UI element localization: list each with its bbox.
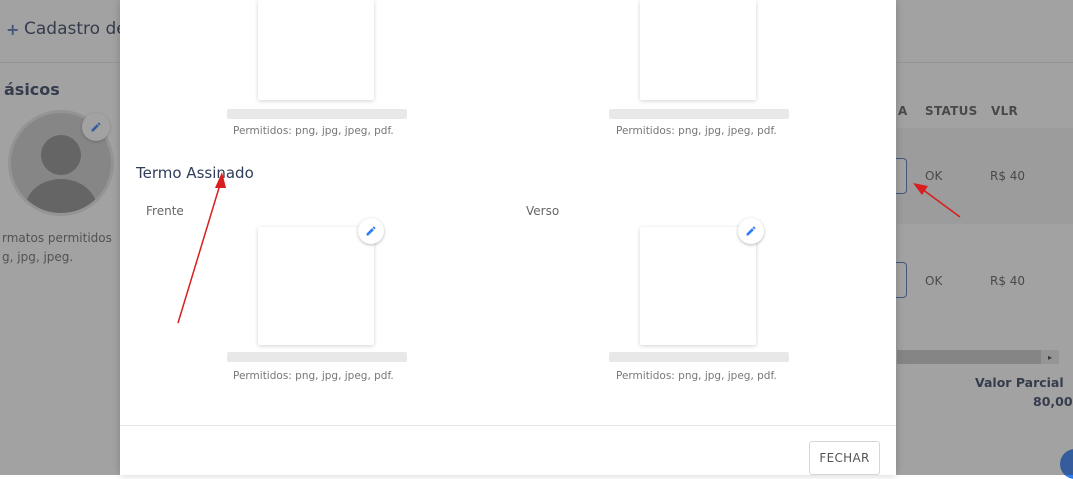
allowed-formats-text: Permitidos: png, jpg, jpeg, pdf. (233, 370, 394, 382)
pencil-icon (746, 226, 756, 236)
back-progress-bar (609, 352, 789, 362)
back-label: Verso (526, 204, 560, 218)
front-edit-button[interactable] (358, 218, 384, 244)
back-edit-button[interactable] (738, 218, 764, 244)
signed-term-title: Termo Assinado (136, 164, 254, 182)
upload-preview-box[interactable] (258, 0, 374, 100)
upload-progress-bar (227, 109, 407, 119)
pencil-icon (366, 226, 376, 236)
front-label: Frente (146, 204, 184, 218)
modal-footer-divider (120, 425, 896, 426)
upload-modal: Permitidos: png, jpg, jpeg, pdf. Permiti… (120, 0, 896, 475)
front-progress-bar (227, 352, 407, 362)
upload-progress-bar (609, 109, 789, 119)
allowed-formats-text: Permitidos: png, jpg, jpeg, pdf. (616, 125, 777, 137)
front-upload-box[interactable] (258, 227, 374, 345)
allowed-formats-text: Permitidos: png, jpg, jpeg, pdf. (233, 125, 394, 137)
upload-preview-box[interactable] (640, 0, 756, 100)
allowed-formats-text: Permitidos: png, jpg, jpeg, pdf. (616, 370, 777, 382)
close-button[interactable]: FECHAR (809, 441, 880, 475)
back-upload-box[interactable] (640, 227, 756, 345)
